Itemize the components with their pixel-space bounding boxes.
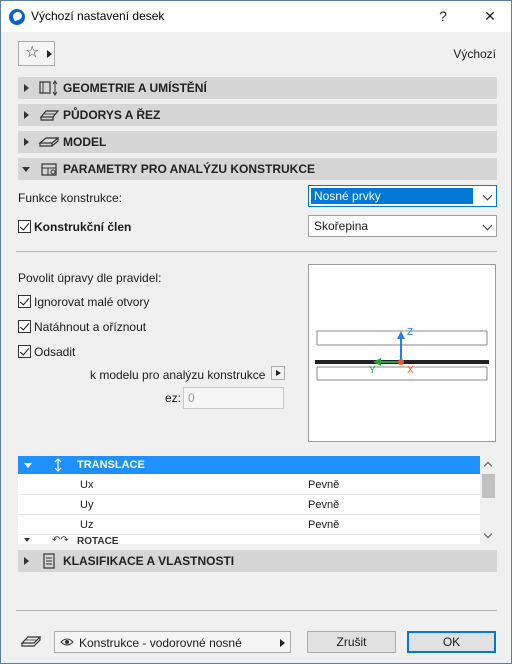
- favorites-button[interactable]: ☆: [18, 41, 55, 66]
- section-label: MODEL: [63, 135, 107, 149]
- default-label: Výchozí: [453, 47, 496, 61]
- slab-preview-diagram: [315, 330, 489, 381]
- tree-row-key: Uy: [80, 499, 94, 511]
- cancel-button[interactable]: Zrušit: [307, 631, 396, 653]
- structural-analysis-icon: [41, 163, 57, 176]
- classification-icon: [43, 553, 55, 569]
- function-label: Funkce konstrukce:: [18, 191, 123, 205]
- section-structural-analysis[interactable]: PARAMETRY PRO ANALÝZU KONSTRUKCE: [18, 158, 497, 180]
- app-logo-icon: [9, 9, 25, 25]
- tree-group-label: TRANSLACE: [77, 459, 145, 471]
- eye-icon: [60, 638, 74, 646]
- scroll-down-icon[interactable]: [483, 529, 493, 539]
- axis-y-label: Y: [369, 365, 376, 376]
- to-analytical-model-label: k modelu pro analýzu konstrukce: [90, 368, 266, 382]
- triangle-right-icon: [280, 639, 285, 647]
- section-model[interactable]: MODEL: [18, 131, 497, 153]
- section-classification[interactable]: KLASIFIKACE A VLASTNOSTI: [18, 550, 497, 572]
- slab-tool-icon: [20, 636, 42, 647]
- triangle-right-icon: [47, 50, 52, 58]
- section-geometry[interactable]: GEOMETRIE A UMÍSTĚNÍ: [18, 77, 497, 99]
- extend-trim-checkbox[interactable]: [18, 320, 31, 333]
- tree-group-label: ROTACE: [77, 536, 119, 544]
- dialog-window: Výchozí nastavení desek ? ✕ ☆ Výchozí GE…: [0, 0, 512, 664]
- tree-row-value: Pevně: [308, 499, 340, 511]
- offset-label: Odsadit: [34, 345, 76, 359]
- layer-value: Konstrukce - vodorovné nosné: [79, 636, 242, 650]
- floor-plan-icon: [39, 110, 60, 121]
- tree-group-rotation[interactable]: ↶↷ ROTACE: [18, 535, 480, 544]
- offset-value-field[interactable]: 0: [183, 387, 284, 409]
- tree-group-translation[interactable]: TRANSLACE: [18, 456, 480, 474]
- offset-direction-button[interactable]: [271, 366, 285, 380]
- structural-member-value: Skořepina: [314, 219, 369, 233]
- tree-row[interactable]: Uy Pevně: [18, 495, 480, 515]
- function-select[interactable]: Nosné prvky: [308, 185, 497, 207]
- close-button[interactable]: ✕: [475, 5, 505, 27]
- window-title: Výchozí nastavení desek: [31, 9, 165, 23]
- collapse-arrow-icon: [24, 538, 30, 542]
- divider: [16, 610, 497, 611]
- axis-z-label: Z: [407, 327, 414, 338]
- tree-row-key: Ux: [80, 479, 94, 491]
- model-icon: [38, 137, 60, 147]
- help-button[interactable]: ?: [428, 5, 458, 27]
- section-label: GEOMETRIE A UMÍSTĚNÍ: [63, 81, 207, 95]
- title-bar: Výchozí nastavení desek ? ✕: [1, 1, 511, 32]
- layer-select[interactable]: Konstrukce - vodorovné nosné: [54, 631, 291, 653]
- expand-arrow-icon: [24, 111, 29, 119]
- rules-label: Povolit úpravy dle pravidel:: [18, 271, 162, 285]
- structural-member-select[interactable]: Skořepina: [308, 215, 497, 237]
- section-label: KLASIFIKACE A VLASTNOSTI: [63, 554, 235, 568]
- tree-row[interactable]: Ux Pevně: [18, 475, 480, 495]
- tree-row-value: Pevně: [308, 479, 340, 491]
- section-label: PARAMETRY PRO ANALÝZU KONSTRUKCE: [63, 162, 316, 176]
- expand-arrow-icon: [24, 84, 29, 92]
- constraints-tree: TRANSLACE Ux Pevně Uy Pevně Uz Pevně ↶↷ …: [18, 456, 497, 544]
- expand-arrow-icon: [24, 557, 29, 565]
- ignore-openings-checkbox[interactable]: [18, 295, 31, 308]
- structural-member-checkbox[interactable]: [18, 220, 31, 233]
- expand-arrow-icon: [24, 138, 29, 146]
- extend-trim-label: Natáhnout a oříznout: [34, 320, 147, 334]
- function-value: Nosné prvky: [311, 188, 473, 204]
- tree-row-key: Uz: [80, 519, 94, 531]
- collapse-arrow-icon: [24, 463, 32, 468]
- scrollbar-thumb[interactable]: [482, 474, 495, 498]
- offset-value-label: ez:: [165, 391, 182, 405]
- axis-x-label: X: [407, 365, 414, 376]
- star-icon: ☆: [25, 44, 40, 61]
- ok-button[interactable]: OK: [407, 631, 496, 653]
- ignore-openings-label: Ignorovat malé otvory: [34, 295, 150, 309]
- tree-scrollbar[interactable]: [480, 456, 497, 544]
- tree-row[interactable]: Uz Pevně: [18, 515, 480, 535]
- offset-checkbox[interactable]: [18, 345, 31, 358]
- vertical-arrows-icon: [54, 458, 62, 472]
- section-label: PŮDORYS A ŘEZ: [63, 108, 161, 122]
- chevron-down-icon: [482, 190, 493, 201]
- tree-row-value: Pevně: [308, 519, 340, 531]
- geometry-icon: [39, 80, 58, 96]
- section-floor-plan[interactable]: PŮDORYS A ŘEZ: [18, 104, 497, 126]
- structural-member-label: Konstrukční člen: [34, 220, 132, 234]
- collapse-arrow-icon: [22, 167, 30, 172]
- analytical-preview: Z Y X: [308, 264, 496, 442]
- rotation-icon: ↶↷: [52, 535, 69, 544]
- divider: [16, 251, 497, 252]
- chevron-down-icon: [482, 220, 493, 231]
- scroll-up-icon[interactable]: [483, 461, 493, 471]
